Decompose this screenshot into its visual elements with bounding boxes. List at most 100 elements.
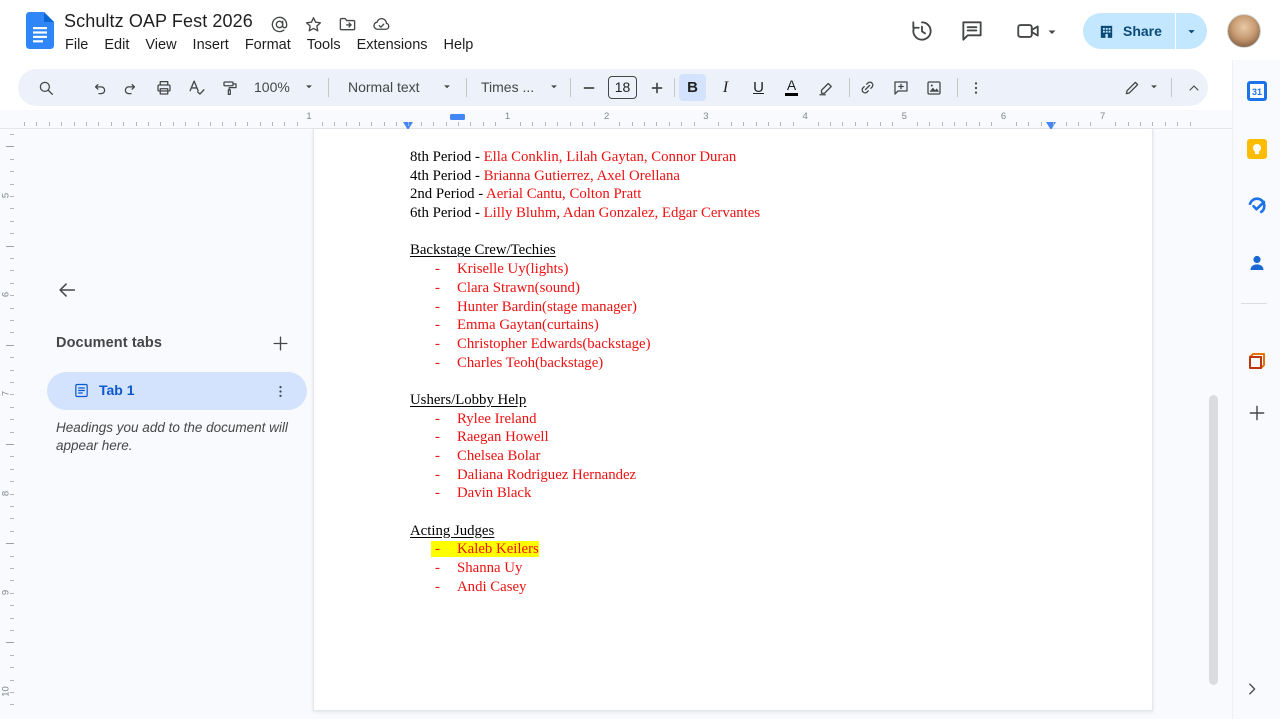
version-history-icon[interactable] [909, 18, 935, 44]
ruler-tick [10, 208, 14, 210]
font-caret-icon[interactable] [549, 82, 559, 92]
vertical-scrollbar[interactable] [1209, 395, 1218, 685]
mode-caret-icon[interactable] [1149, 82, 1159, 92]
italic-button[interactable]: I [712, 74, 739, 101]
style-caret-icon[interactable] [442, 82, 452, 92]
add-comment-icon[interactable] [887, 74, 914, 101]
hide-menus-button[interactable] [1180, 74, 1207, 101]
google-docs-logo-icon[interactable] [26, 12, 54, 49]
ruler-tick [10, 406, 14, 408]
bullet-item: - Andi Casey [435, 578, 527, 595]
google-contacts-icon[interactable] [1247, 253, 1267, 273]
share-button[interactable]: Share [1083, 13, 1207, 49]
ruler-tick [10, 617, 14, 619]
tab-label: Tab 1 [99, 382, 135, 398]
ruler-tick [10, 419, 14, 421]
insert-link-icon[interactable] [854, 74, 881, 101]
ruler-tick [10, 468, 14, 470]
star-icon[interactable] [304, 15, 323, 34]
bullet-item: - Charles Teoh(backstage) [435, 354, 604, 371]
ruler-tick [10, 605, 14, 607]
google-tasks-icon[interactable] [1247, 196, 1267, 216]
google-calendar-icon[interactable]: 31 [1247, 81, 1267, 101]
cloud-saved-icon[interactable] [372, 15, 391, 34]
undo-icon[interactable] [85, 74, 112, 101]
ruler-tick [6, 344, 14, 346]
menu-insert[interactable]: Insert [185, 35, 237, 55]
decrease-font-size-button[interactable] [575, 74, 602, 101]
close-tabs-panel-icon[interactable] [56, 279, 78, 301]
ruler-tick [10, 258, 14, 259]
ruler-tick [334, 122, 335, 126]
mention-icon[interactable] [270, 15, 289, 34]
move-folder-icon[interactable] [338, 15, 357, 34]
tab-item-tab1[interactable]: Tab 1 [47, 372, 307, 410]
increase-font-size-button[interactable] [643, 74, 670, 101]
ruler-tick [123, 122, 125, 126]
zoom-caret-icon[interactable] [304, 82, 314, 92]
zoom-select[interactable]: 100% [254, 79, 290, 95]
bullet-item: - Daliana Rodriguez Hernandez [435, 466, 637, 483]
tab-options-icon[interactable] [269, 380, 291, 402]
menu-extensions[interactable]: Extensions [349, 35, 436, 55]
ruler-number: 4 [802, 111, 808, 122]
ruler-tick [6, 146, 14, 148]
insert-image-icon[interactable] [920, 74, 947, 101]
ruler-tick [569, 122, 571, 126]
document-title[interactable]: Schultz OAP Fest 2026 [64, 11, 253, 32]
ruler-tick [48, 122, 50, 126]
get-addons-icon[interactable] [1247, 403, 1267, 423]
underline-button[interactable]: U [745, 74, 772, 101]
ruler-tick [10, 630, 14, 631]
share-button-main[interactable]: Share [1083, 13, 1175, 49]
period-line: 2nd Period - Aerial Cantu, Colton Pratt [410, 186, 642, 203]
ruler-tick [1078, 122, 1079, 126]
menu-help[interactable]: Help [436, 35, 482, 55]
show-side-panel-icon[interactable] [1243, 680, 1261, 698]
menu-view[interactable]: View [137, 35, 184, 55]
video-call-caret-icon[interactable] [1046, 26, 1058, 38]
text-color-button[interactable]: A [778, 74, 805, 101]
menu-tools[interactable]: Tools [299, 35, 349, 55]
redo-icon[interactable] [117, 74, 144, 101]
ruler-tick [482, 122, 484, 126]
ruler-tick [656, 122, 658, 126]
tabs-panel-hint: Headings you add to the document will ap… [56, 420, 288, 453]
account-avatar[interactable] [1227, 14, 1261, 48]
menu-file[interactable]: File [57, 35, 96, 55]
paragraph-style-select[interactable]: Normal text [348, 79, 420, 95]
toolbar: 100% Normal text Times ... 18 B I U A [18, 69, 1208, 106]
comments-icon[interactable] [959, 18, 985, 44]
ruler-number: 3 [703, 111, 709, 122]
toolbar-divider [849, 78, 850, 97]
ruler-tick [495, 122, 497, 126]
organization-share-icon [1100, 25, 1113, 38]
spell-check-icon[interactable] [183, 74, 210, 101]
editing-mode-button[interactable] [1118, 74, 1145, 101]
ruler-tick [867, 122, 869, 126]
ruler-tick [10, 518, 14, 520]
print-icon[interactable] [150, 74, 177, 101]
share-dropdown-button[interactable] [1176, 13, 1207, 49]
ruler-tick [10, 481, 14, 483]
font-family-select[interactable]: Times ... [481, 79, 534, 95]
chevron-down-icon [1188, 29, 1195, 33]
google-keep-icon[interactable] [1247, 139, 1267, 159]
highlight-color-button[interactable] [812, 74, 839, 101]
search-menus-icon[interactable] [32, 74, 59, 101]
bold-button[interactable]: B [679, 74, 706, 101]
document-text[interactable]: 8th Period - Ella Conklin, Lilah Gaytan,… [410, 148, 1130, 597]
video-call-icon[interactable] [1015, 18, 1041, 44]
add-tab-button[interactable] [268, 331, 292, 355]
paint-format-icon[interactable] [216, 74, 243, 101]
addon-icon[interactable] [1247, 352, 1267, 372]
ruler-tick [10, 196, 14, 197]
ruler-tick [10, 134, 14, 135]
menu-format[interactable]: Format [237, 35, 299, 55]
font-size-input[interactable]: 18 [608, 76, 637, 99]
ruler-tick [272, 122, 273, 126]
ruler-tick [10, 220, 14, 222]
menu-edit[interactable]: Edit [96, 35, 137, 55]
more-toolbar-options-icon[interactable] [962, 74, 989, 101]
first-line-indent-marker[interactable] [450, 114, 465, 120]
